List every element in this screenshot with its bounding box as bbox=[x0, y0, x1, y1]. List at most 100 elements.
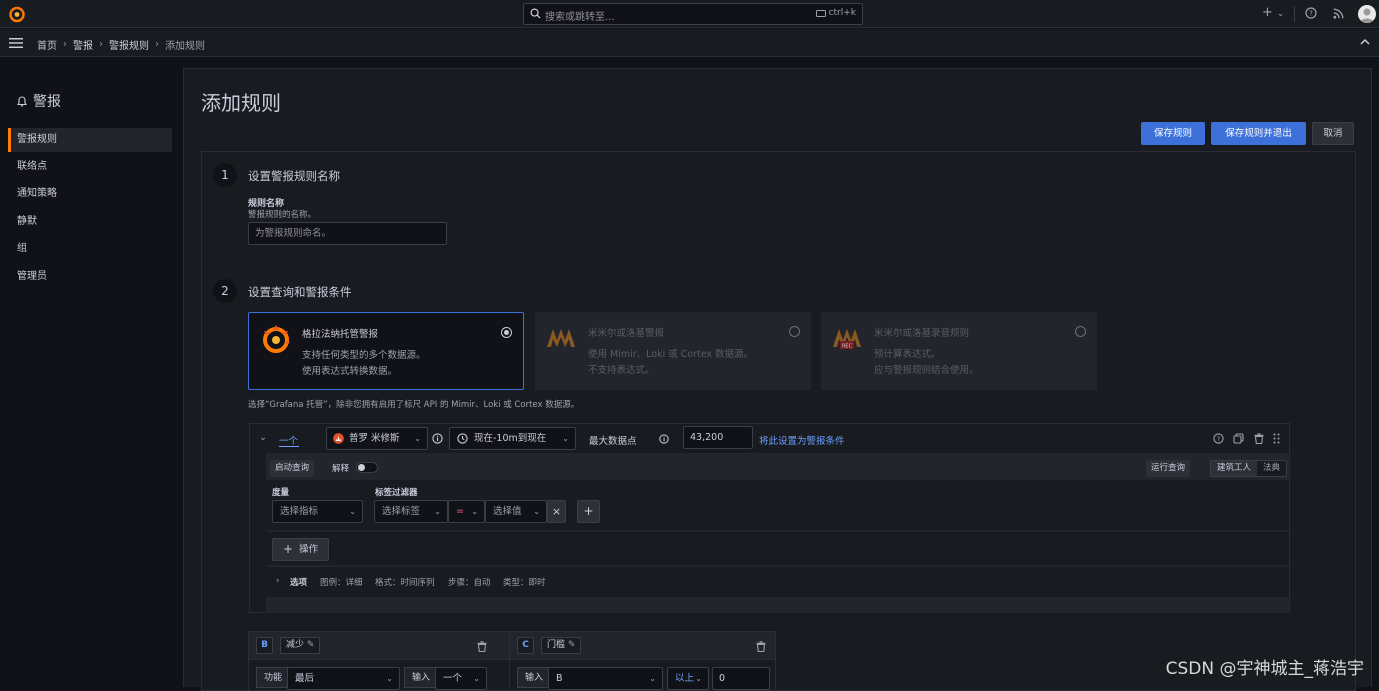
drag-handle-icon[interactable] bbox=[1273, 433, 1280, 444]
add-filter-button[interactable]: + bbox=[577, 500, 600, 523]
operator-value: = bbox=[456, 506, 464, 517]
trash-icon[interactable] bbox=[1254, 433, 1264, 444]
add-new-button[interactable]: + ⌄ bbox=[1262, 5, 1284, 20]
options-format: 格式：时间序列 bbox=[375, 578, 435, 588]
function-label: 功能 bbox=[256, 667, 291, 688]
rule-name-input[interactable]: 为警报规则命名。 bbox=[248, 222, 447, 245]
remove-filter-button[interactable]: × bbox=[547, 500, 566, 523]
explain-label: 解释 bbox=[332, 464, 350, 474]
radio-unselected[interactable] bbox=[1075, 326, 1086, 337]
time-range-value: 现在-10m到现在 bbox=[474, 433, 547, 444]
trash-icon[interactable] bbox=[477, 641, 487, 652]
code-mode-option[interactable]: 法典 bbox=[1257, 461, 1286, 476]
step-2-title: 设置查询和警报条件 bbox=[248, 285, 352, 299]
watermark: CSDN @宇神城主_蒋浩宇 bbox=[1165, 659, 1364, 679]
grafana-logo-icon[interactable] bbox=[8, 5, 26, 23]
search-placeholder: 搜索或跳转至... bbox=[545, 12, 615, 23]
label-select[interactable]: 选择标签 ⌄ bbox=[374, 500, 448, 523]
datasource-picker[interactable]: 普罗 米修斯 ⌄ bbox=[326, 427, 428, 450]
breadcrumb-home[interactable]: 首页 bbox=[37, 37, 57, 52]
breadcrumb-alert-rules[interactable]: 警报规则 bbox=[109, 37, 149, 52]
rule-type-card-mimir-loki-alert[interactable]: 米米尔或洛基警报 使用 Mimir、Loki 或 Cortex 数据源。 不支持… bbox=[535, 312, 811, 390]
options-type: 类型：即时 bbox=[503, 578, 546, 588]
user-avatar[interactable] bbox=[1358, 5, 1376, 23]
query-ref-name[interactable]: 一个 bbox=[279, 433, 298, 447]
trash-icon[interactable] bbox=[756, 641, 766, 652]
chevron-down-icon: ⌄ bbox=[471, 507, 478, 516]
value-placeholder: 选择值 bbox=[493, 506, 522, 517]
add-operation-button[interactable]: + 操作 bbox=[272, 538, 330, 561]
chevron-down-icon: ⌄ bbox=[473, 674, 480, 683]
search-bar[interactable]: 搜索或跳转至... ctrl+k bbox=[523, 3, 863, 25]
explain-toggle[interactable] bbox=[356, 462, 378, 473]
editor-mode-toggle[interactable]: 建筑工人 法典 bbox=[1210, 460, 1288, 477]
close-icon: × bbox=[551, 505, 562, 518]
max-data-points-value: 43,200 bbox=[690, 432, 724, 443]
sidebar-item-notification-policies[interactable]: 通知策略 bbox=[8, 182, 172, 206]
news-rss-icon[interactable] bbox=[1333, 8, 1344, 19]
menu-hamburger-icon[interactable] bbox=[9, 38, 23, 48]
sidebar: 警报 警报规则 联络点 通知策略 静默 组 管理员 bbox=[0, 58, 182, 687]
save-rule-and-exit-button[interactable]: 保存规则并退出 bbox=[1211, 122, 1306, 145]
datasource-name: 普罗 米修斯 bbox=[349, 433, 400, 444]
radio-selected[interactable] bbox=[501, 327, 512, 338]
step-1-title: 设置警报规则名称 bbox=[248, 169, 340, 183]
help-icon[interactable]: ? bbox=[1305, 7, 1317, 19]
plus-icon: + bbox=[283, 542, 294, 556]
operations-label: 操作 bbox=[299, 544, 319, 555]
chevron-up-icon[interactable] bbox=[1360, 38, 1370, 45]
sidebar-item-contact-points[interactable]: 联络点 bbox=[8, 155, 172, 179]
rule-type-card-grafana-managed[interactable]: 格拉法纳托管警报 支持任何类型的多个数据源。 使用表达式转换数据。 bbox=[248, 312, 524, 390]
chevron-down-icon: ⌄ bbox=[562, 434, 569, 443]
rule-type-card-mimir-loki-recording[interactable]: REC 米米尔或洛基录音规则 预计算表达式。 应与警报规则结合使用。 bbox=[821, 312, 1097, 390]
main-content: 添加规则 保存规则 保存规则并退出 取消 1 设置警报规则名称 规则名称 警报规… bbox=[183, 68, 1372, 691]
input-value: B bbox=[556, 673, 563, 684]
info-icon[interactable] bbox=[659, 434, 669, 444]
max-data-points-input[interactable]: 43,200 bbox=[683, 426, 753, 449]
builder-mode-option[interactable]: 建筑工人 bbox=[1211, 461, 1258, 476]
pencil-icon: ✎ bbox=[567, 640, 576, 650]
kickstart-query-button[interactable]: 启动查询 bbox=[270, 460, 315, 477]
card-title: 米米尔或洛基警报 bbox=[588, 328, 665, 339]
sidebar-item-alert-rules[interactable]: 警报规则 bbox=[8, 128, 172, 152]
max-data-points-label: 最大数据点 bbox=[589, 436, 637, 447]
query-builder-row: 度量 选择指标 ⌄ 标签过滤器 选择标签 ⌄ = ⌄ 选择值 ⌄ × + bbox=[266, 480, 1289, 530]
query-body: 启动查询 解释 运行查询 建筑工人 法典 度量 选择指标 ⌄ 标签过滤器 选择标… bbox=[266, 453, 1289, 613]
chevron-down-icon: ⌄ bbox=[434, 507, 441, 516]
duplicate-icon[interactable] bbox=[1233, 433, 1244, 444]
collapse-chevron-icon[interactable]: ⌄ bbox=[259, 432, 267, 443]
options-step: 步骤：自动 bbox=[448, 578, 491, 588]
sidebar-item-silences[interactable]: 静默 bbox=[8, 210, 172, 234]
set-alert-condition-link[interactable]: 将此设置为警报条件 bbox=[759, 433, 845, 447]
breadcrumb: 首页 › 警报 › 警报规则 › 添加规则 bbox=[37, 37, 205, 52]
save-rule-button[interactable]: 保存规则 bbox=[1141, 122, 1205, 145]
label-filters-label: 标签过滤器 bbox=[375, 488, 418, 498]
sidebar-title-text: 警报 bbox=[33, 94, 61, 110]
breadcrumb-alerting[interactable]: 警报 bbox=[73, 37, 93, 52]
info-icon[interactable] bbox=[432, 433, 443, 444]
rule-type-note: 选择“Grafana 托管”，除非您拥有启用了标尺 API 的 Mimir、Lo… bbox=[248, 400, 580, 410]
query-editor: ⌄ 一个 普罗 米修斯 ⌄ 现在-10m到现在 ⌄ 最大数据点 43,200 将… bbox=[249, 423, 1290, 613]
value-select[interactable]: 选择值 ⌄ bbox=[485, 500, 547, 523]
card-description-line: 使用 Mimir、Loki 或 Cortex 数据源。 bbox=[588, 349, 754, 360]
plus-icon: + bbox=[583, 504, 594, 518]
operator-select[interactable]: = ⌄ bbox=[448, 500, 485, 523]
time-range-picker[interactable]: 现在-10m到现在 ⌄ bbox=[449, 427, 576, 450]
metric-select[interactable]: 选择指标 ⌄ bbox=[272, 500, 363, 523]
help-icon[interactable]: ? bbox=[1213, 433, 1224, 444]
expression-name-chip[interactable]: 门槛 ✎ bbox=[541, 637, 582, 654]
svg-text:REC: REC bbox=[842, 344, 853, 350]
sidebar-item-groups[interactable]: 组 bbox=[8, 237, 172, 261]
sidebar-item-admin[interactable]: 管理员 bbox=[8, 265, 172, 289]
expression-name-chip[interactable]: 减少 ✎ bbox=[280, 637, 321, 654]
run-query-button[interactable]: 运行查询 bbox=[1146, 460, 1191, 477]
search-icon bbox=[530, 8, 541, 19]
bell-icon bbox=[17, 95, 27, 107]
cancel-button[interactable]: 取消 bbox=[1312, 122, 1354, 145]
input-label: 输入 bbox=[517, 667, 552, 688]
options-row[interactable]: › 选项 图例：详细 格式：时间序列 步骤：自动 类型：即时 bbox=[266, 567, 1289, 597]
breadcrumb-separator-icon: › bbox=[99, 39, 103, 50]
card-description-line: 应与警报规则结合使用。 bbox=[874, 365, 979, 376]
mimir-logo-icon bbox=[546, 326, 576, 348]
radio-unselected[interactable] bbox=[789, 326, 800, 337]
